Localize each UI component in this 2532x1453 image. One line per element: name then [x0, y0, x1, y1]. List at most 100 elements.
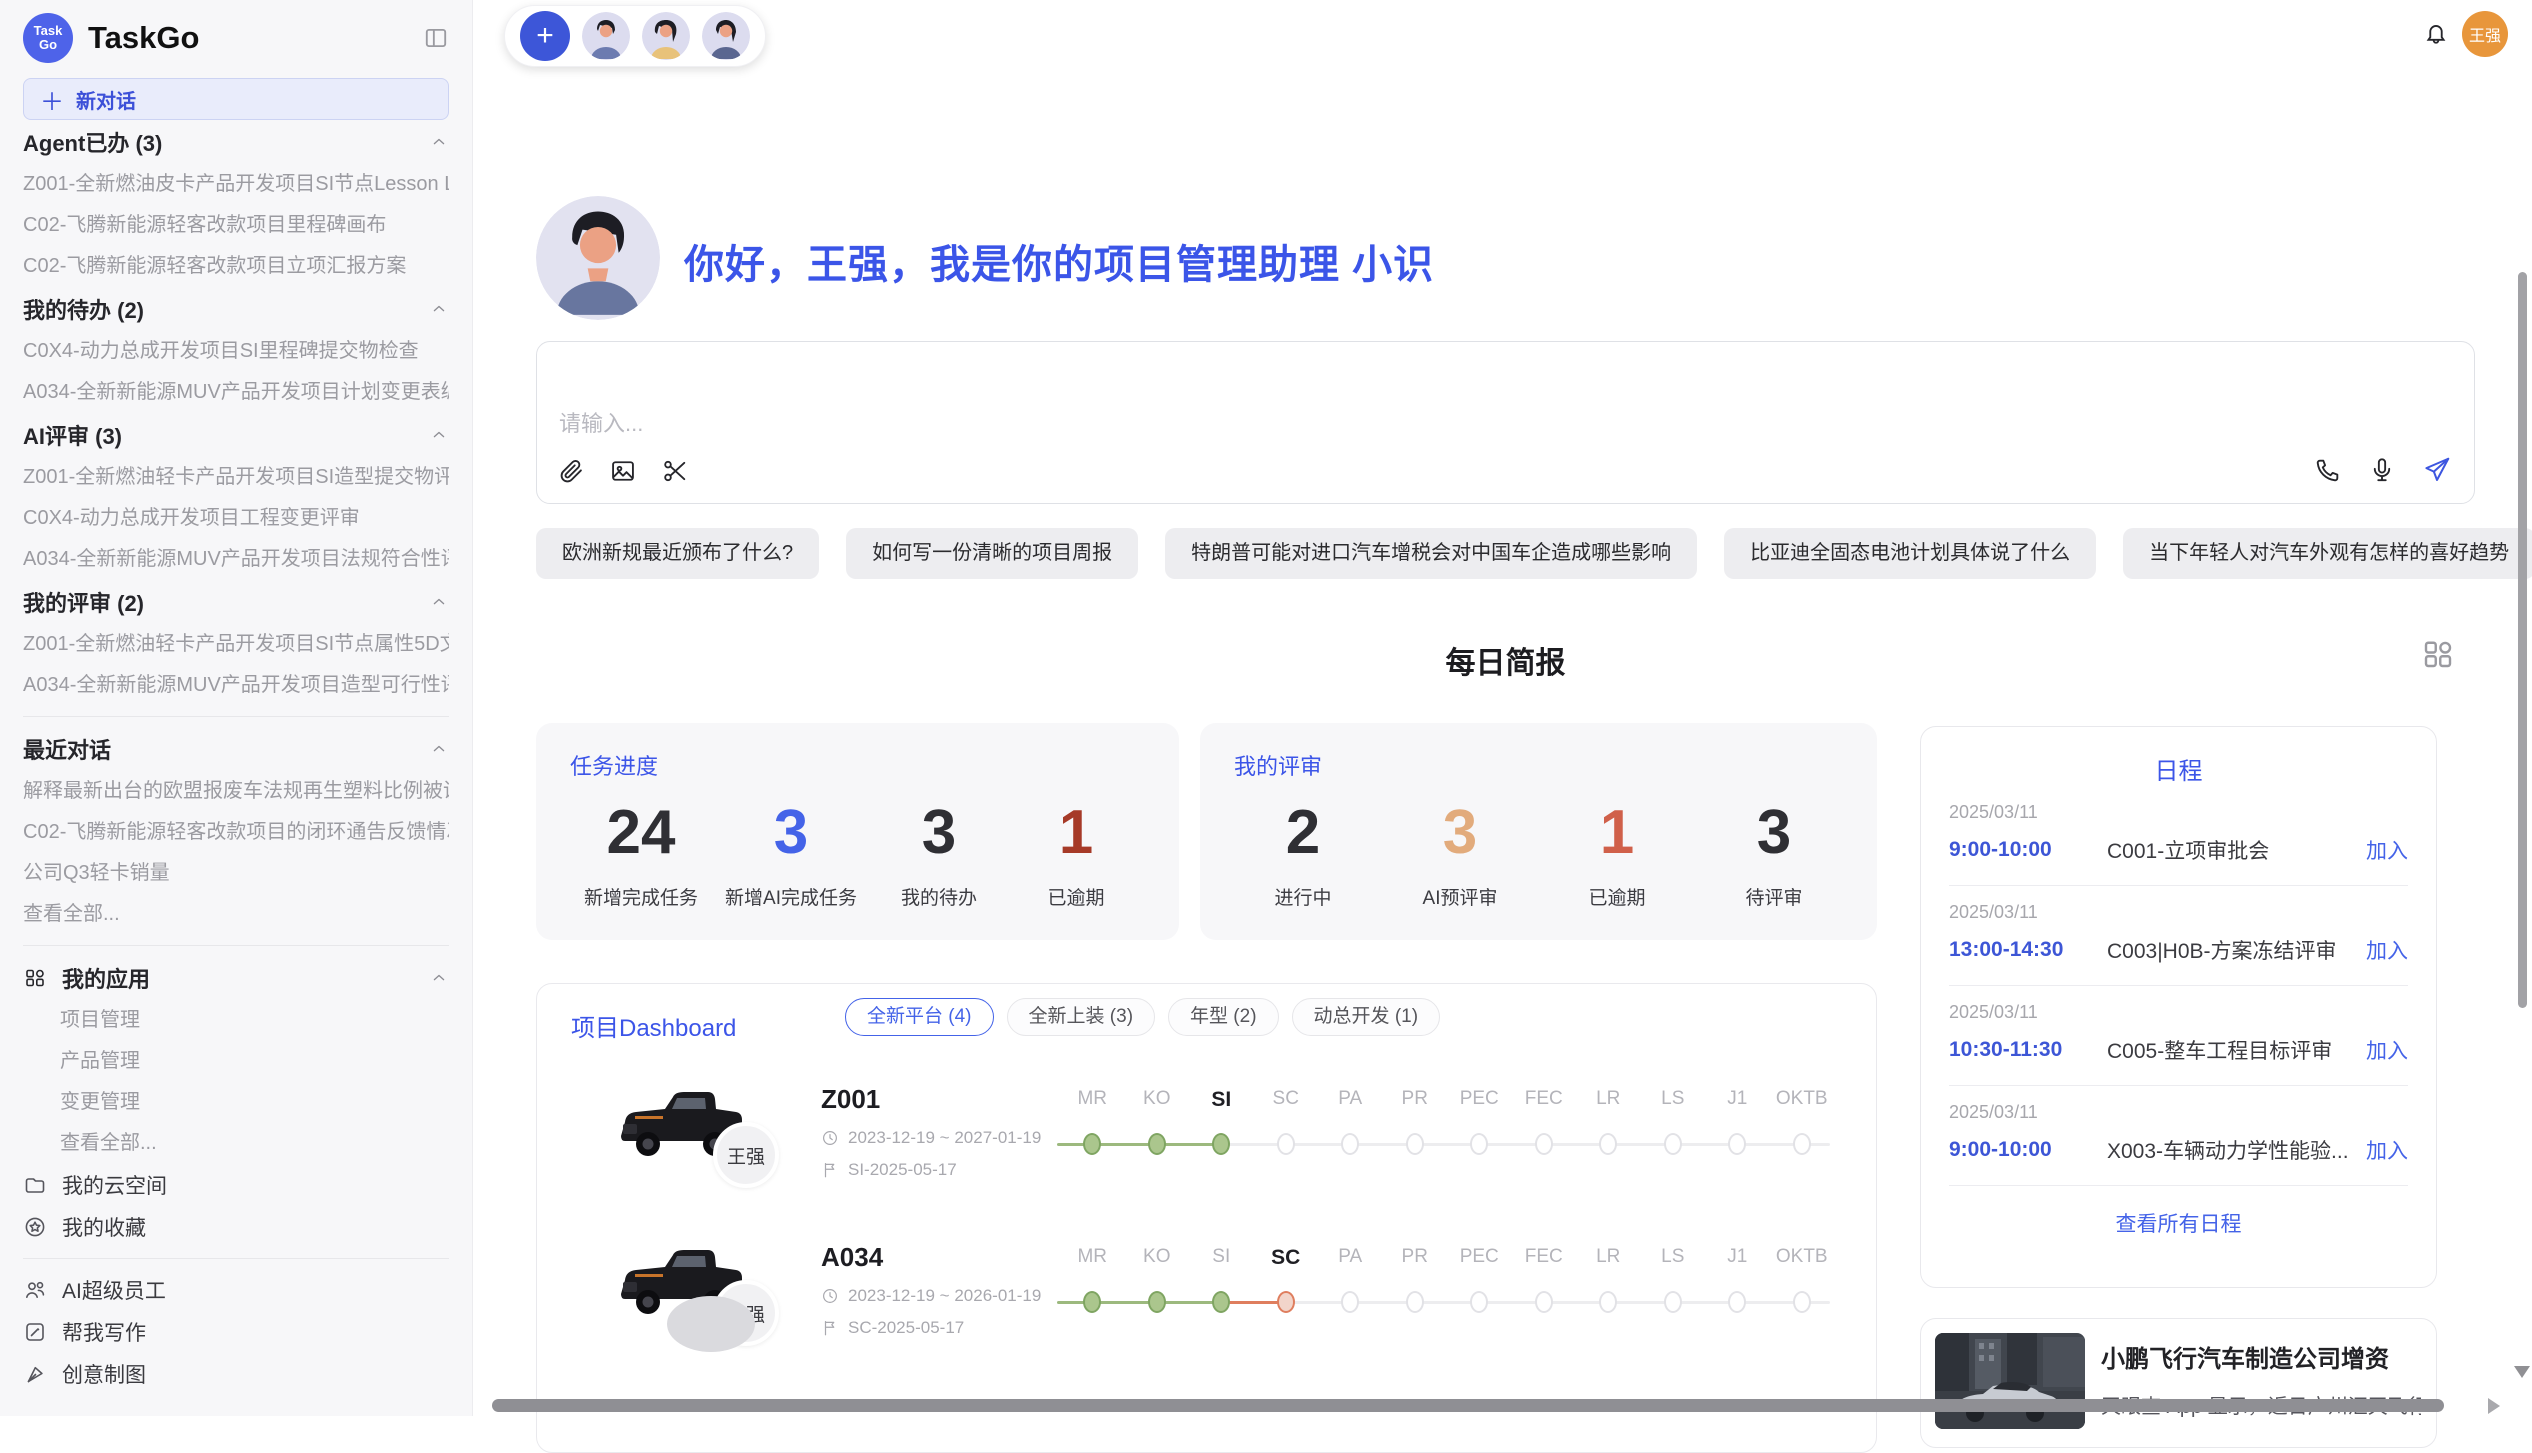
milestone-label-SC: SC — [1254, 1088, 1319, 1112]
milestone-label-SI: SI — [1189, 1088, 1254, 1112]
sidebar-section-title[interactable]: 我的待办 (2) — [23, 287, 449, 331]
sidebar-item-cloud-space[interactable]: 我的云空间 — [23, 1164, 449, 1206]
milestone-line-segment — [1350, 1143, 1415, 1146]
horizontal-scrollbar[interactable] — [492, 1399, 2444, 1412]
agent-avatar-2[interactable] — [642, 12, 690, 60]
mic-icon[interactable] — [2368, 456, 2396, 484]
schedule-view-all-link[interactable]: 查看所有日程 — [1949, 1208, 2408, 1238]
schedule-join-link[interactable]: 加入 — [2366, 1135, 2408, 1165]
milestone-line-segment — [1608, 1301, 1673, 1304]
filter-pill[interactable]: 全新上装 (3) — [1007, 998, 1156, 1036]
sidebar-item[interactable]: A034-全新新能源MUV产品开发项目造型可行性评审 — [23, 665, 449, 706]
milestone-label-PR: PR — [1383, 1246, 1448, 1270]
new-chat-button[interactable]: ＋ 新对话 — [23, 78, 449, 120]
sidebar-item[interactable]: A034-全新新能源MUV产品开发项目法规符合性评审 — [23, 539, 449, 580]
stat-label: 进行中 — [1248, 883, 1358, 910]
chevron-up-icon — [429, 425, 449, 445]
sidebar-collapse-icon[interactable] — [423, 25, 449, 51]
milestone-label-J1: J1 — [1705, 1088, 1770, 1112]
milestone-line-segment — [1221, 1301, 1286, 1304]
sidebar-item[interactable]: Z001-全新燃油轻卡产品开发项目SI造型提交物评审 — [23, 457, 449, 498]
suggestion-chip[interactable]: 当下年轻人对汽车外观有怎样的喜好趋势 — [2123, 528, 2532, 579]
recent-conversation-item[interactable]: 公司Q3轻卡销量 — [23, 853, 449, 894]
sidebar-section-title[interactable]: 我的评审 (2) — [23, 580, 449, 624]
sidebar-tool-ai-staff[interactable]: AI超级员工 — [23, 1269, 449, 1311]
notification-bell-icon[interactable] — [2422, 20, 2450, 48]
sidebar-item[interactable]: C0X4-动力总成开发项目SI里程碑提交物检查 — [23, 331, 449, 372]
user-avatar[interactable]: 王强 — [2462, 11, 2508, 57]
ai-staff-icon — [23, 1278, 47, 1302]
news-card[interactable]: 小鹏飞行汽车制造公司增资 天眼查 App 显示，近日广州汇天飞行汽 — [1920, 1318, 2437, 1448]
milestone-dot-LS — [1664, 1291, 1682, 1313]
stat-已逾期: 1已逾期 — [1562, 791, 1672, 910]
milestone-dot-LS — [1664, 1133, 1682, 1155]
schedule-time: 13:00-14:30 — [1949, 938, 2107, 962]
send-icon[interactable] — [2422, 455, 2452, 485]
sidebar-item[interactable]: C02-飞腾新能源轻客改款项目里程碑画布 — [23, 205, 449, 246]
stat-我的待办: 3我的待办 — [884, 791, 994, 910]
filter-pill[interactable]: 动总开发 (1) — [1292, 998, 1441, 1036]
sidebar-item[interactable]: Z001-全新燃油轻卡产品开发项目SI节点属性5D文件评审 — [23, 624, 449, 665]
sidebar-section-my-apps[interactable]: 我的应用 — [23, 956, 449, 1000]
filter-pill[interactable]: 年型 (2) — [1168, 998, 1279, 1036]
suggestion-chip[interactable]: 如何写一份清晰的项目周报 — [846, 528, 1138, 579]
chat-input[interactable]: 请输入... — [559, 406, 643, 438]
image-icon[interactable] — [609, 457, 637, 485]
phone-icon[interactable] — [2314, 456, 2342, 484]
suggestion-chips: 欧洲新规最近颁布了什么? 如何写一份清晰的项目周报特朗普可能对进口汽车增税会对中国… — [536, 528, 2475, 579]
sidebar-section-recent[interactable]: 最近对话 — [23, 727, 449, 771]
recent-conversation-item[interactable]: C02-飞腾新能源轻客改款项目的闭环通告反馈情况 — [23, 812, 449, 853]
sidebar-tool-writing[interactable]: 帮我写作 — [23, 1311, 449, 1353]
suggestion-chip[interactable]: 特朗普可能对进口汽车增税会对中国车企造成哪些影响 — [1165, 528, 1697, 579]
agent-avatar-1[interactable] — [582, 12, 630, 60]
recent-conversation-item[interactable]: 解释最新出台的欧盟报废车法规再生塑料比例被调至15%... — [23, 771, 449, 812]
stat-label: 新增完成任务 — [584, 883, 698, 910]
app-item[interactable]: 项目管理 — [23, 1000, 449, 1041]
scroll-down-arrow[interactable] — [2514, 1366, 2530, 1378]
dashboard-filters: 全新平台 (4) 全新上装 (3) 年型 (2) 动总开发 (1) — [845, 998, 1440, 1036]
add-agent-button[interactable]: + — [520, 11, 570, 61]
milestone-label-PA: PA — [1318, 1088, 1383, 1112]
milestone-label-FEC: FEC — [1512, 1246, 1577, 1270]
recent-view-all-link[interactable]: 查看全部... — [23, 894, 449, 935]
sidebar-item-favorites[interactable]: 我的收藏 — [23, 1206, 449, 1248]
suggestion-chip[interactable]: 比亚迪全固态电池计划具体说了什么 — [1724, 528, 2096, 579]
sidebar-item[interactable]: C02-飞腾新能源轻客改款项目立项汇报方案 — [23, 246, 449, 287]
next-milestone-text: SC-2025-05-17 — [848, 1318, 964, 1338]
milestone-labels: MRKOSISCPAPRPECFECLRLSJ1OKTB — [1060, 1088, 1834, 1112]
apps-view-all-link[interactable]: 查看全部... — [23, 1123, 449, 1164]
milestone-dot-PEC — [1470, 1291, 1488, 1313]
schedule-event-title: X003-车辆动力学性能验... — [2107, 1135, 2366, 1165]
schedule-date: 2025/03/11 — [1949, 1002, 2408, 1023]
suggestion-chip[interactable]: 欧洲新规最近颁布了什么? — [536, 528, 819, 579]
schedule-join-link[interactable]: 加入 — [2366, 835, 2408, 865]
project-code[interactable]: Z001 — [821, 1084, 880, 1115]
user-avatar-label: 王强 — [2469, 22, 2501, 46]
attachment-icon[interactable] — [557, 457, 585, 485]
agent-avatar-3[interactable] — [702, 12, 750, 60]
new-chat-label: 新对话 — [76, 85, 136, 114]
sidebar-tool-drawing[interactable]: 创意制图 — [23, 1353, 449, 1395]
schedule-join-link[interactable]: 加入 — [2366, 1035, 2408, 1065]
milestone-dot-J1 — [1728, 1291, 1746, 1313]
sidebar-section-title[interactable]: AI评审 (3) — [23, 413, 449, 457]
brief-layout-icon[interactable] — [2420, 636, 2456, 672]
app-item[interactable]: 变更管理 — [23, 1082, 449, 1123]
section-title-text: Agent已办 (3) — [23, 126, 162, 158]
vertical-scrollbar[interactable] — [2518, 272, 2527, 1008]
schedule-join-link[interactable]: 加入 — [2366, 935, 2408, 965]
sidebar-item[interactable]: A034-全新新能源MUV产品开发项目计划变更表编写 — [23, 372, 449, 413]
stat-新增AI完成任务: 3新增AI完成任务 — [725, 791, 857, 910]
scissors-icon[interactable] — [661, 457, 689, 485]
sidebar-item[interactable]: Z001-全新燃油皮卡产品开发项目SI节点Lesson Learn报告 — [23, 164, 449, 205]
app-item[interactable]: 产品管理 — [23, 1041, 449, 1082]
sidebar-section-title[interactable]: Agent已办 (3) — [23, 120, 449, 164]
scroll-right-arrow[interactable] — [2488, 1398, 2500, 1414]
sidebar-item[interactable]: C0X4-动力总成开发项目工程变更评审 — [23, 498, 449, 539]
stat-label: AI预评审 — [1405, 883, 1515, 910]
filter-pill[interactable]: 全新平台 (4) — [845, 998, 994, 1036]
section-title-text: 我的应用 — [62, 962, 150, 994]
stat-value: 1 — [1021, 791, 1131, 875]
project-code[interactable]: A034 — [821, 1242, 883, 1273]
milestone-line-segment — [1092, 1143, 1157, 1146]
